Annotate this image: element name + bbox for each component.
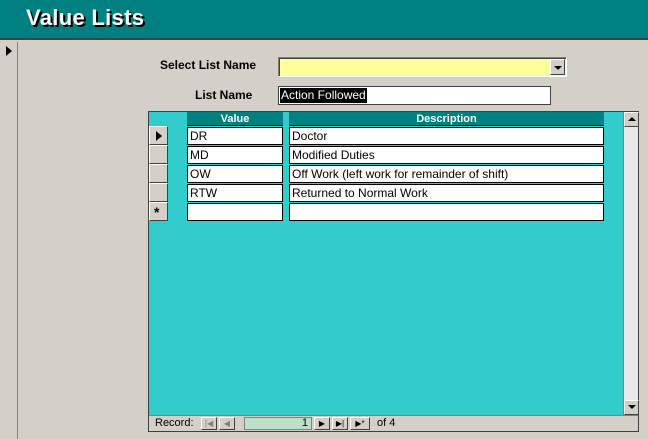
scroll-up-button[interactable] <box>624 112 639 127</box>
column-header-value[interactable]: Value <box>187 112 283 126</box>
of-label: of <box>377 417 387 429</box>
current-record-arrow-icon <box>156 131 162 141</box>
description-cell[interactable] <box>289 203 604 221</box>
new-record-icon: * <box>154 204 160 220</box>
select-list-label: Select List Name <box>160 58 257 72</box>
list-name-value[interactable]: Action Followed <box>280 88 367 103</box>
scroll-down-button[interactable] <box>624 400 639 415</box>
dropdown-button[interactable] <box>550 59 565 75</box>
chevron-down-icon <box>628 405 636 409</box>
form-title: Value Lists <box>26 5 145 30</box>
new-record-button[interactable]: ▶* <box>350 417 370 430</box>
row-selector[interactable] <box>149 126 168 145</box>
table-row[interactable]: OW Off Work (left work for remainder of … <box>149 164 624 183</box>
table-row[interactable]: DR Doctor <box>149 126 624 145</box>
row-selector[interactable] <box>149 164 168 183</box>
first-record-button[interactable]: |◀ <box>201 417 217 430</box>
new-record-row[interactable]: * <box>149 202 624 221</box>
record-count: of 4 <box>377 417 395 430</box>
table-row[interactable]: RTW Returned to Normal Work <box>149 183 624 202</box>
value-cell[interactable] <box>187 203 283 221</box>
value-list-subform[interactable]: Value Description DR Doctor MD Modified … <box>148 111 639 432</box>
list-name-label: List Name <box>195 88 253 102</box>
last-record-button[interactable]: ▶| <box>332 417 348 430</box>
column-header-description[interactable]: Description <box>289 112 604 126</box>
description-cell[interactable]: Modified Duties <box>289 146 604 164</box>
record-navigation-bar: Record: |◀ ◀ 1 ▶ ▶| ▶* of 4 <box>149 415 638 431</box>
next-record-icon: ▶ <box>318 419 326 428</box>
description-cell[interactable]: Doctor <box>289 127 604 145</box>
last-record-icon: ▶| <box>335 419 345 428</box>
form-header: Value Lists <box>0 0 648 40</box>
select-list-combobox[interactable] <box>278 57 567 77</box>
record-label: Record: <box>155 417 194 429</box>
new-record-icon: ▶* <box>355 419 365 428</box>
value-cell[interactable]: DR <box>187 127 283 145</box>
chevron-down-icon <box>554 66 562 70</box>
previous-record-icon: ◀ <box>223 419 231 428</box>
record-selector-bar[interactable] <box>0 42 18 439</box>
description-cell[interactable]: Off Work (left work for remainder of shi… <box>289 165 604 183</box>
list-name-field[interactable]: Action Followed <box>278 86 551 105</box>
value-cell[interactable]: OW <box>187 165 283 183</box>
next-record-button[interactable]: ▶ <box>314 417 330 430</box>
row-selector[interactable] <box>149 183 168 202</box>
table-row[interactable]: MD Modified Duties <box>149 145 624 164</box>
record-number-field[interactable]: 1 <box>244 417 312 430</box>
total-records: 4 <box>389 417 396 429</box>
vertical-scrollbar[interactable] <box>623 112 639 416</box>
value-cell[interactable]: RTW <box>187 184 283 202</box>
description-cell[interactable]: Returned to Normal Work <box>289 184 604 202</box>
chevron-up-icon <box>628 117 636 121</box>
first-record-icon: |◀ <box>204 419 214 428</box>
row-selector[interactable]: * <box>149 202 168 221</box>
previous-record-button[interactable]: ◀ <box>219 417 235 430</box>
value-cell[interactable]: MD <box>187 146 283 164</box>
row-selector[interactable] <box>149 145 168 164</box>
current-record-arrow-icon <box>6 46 12 56</box>
